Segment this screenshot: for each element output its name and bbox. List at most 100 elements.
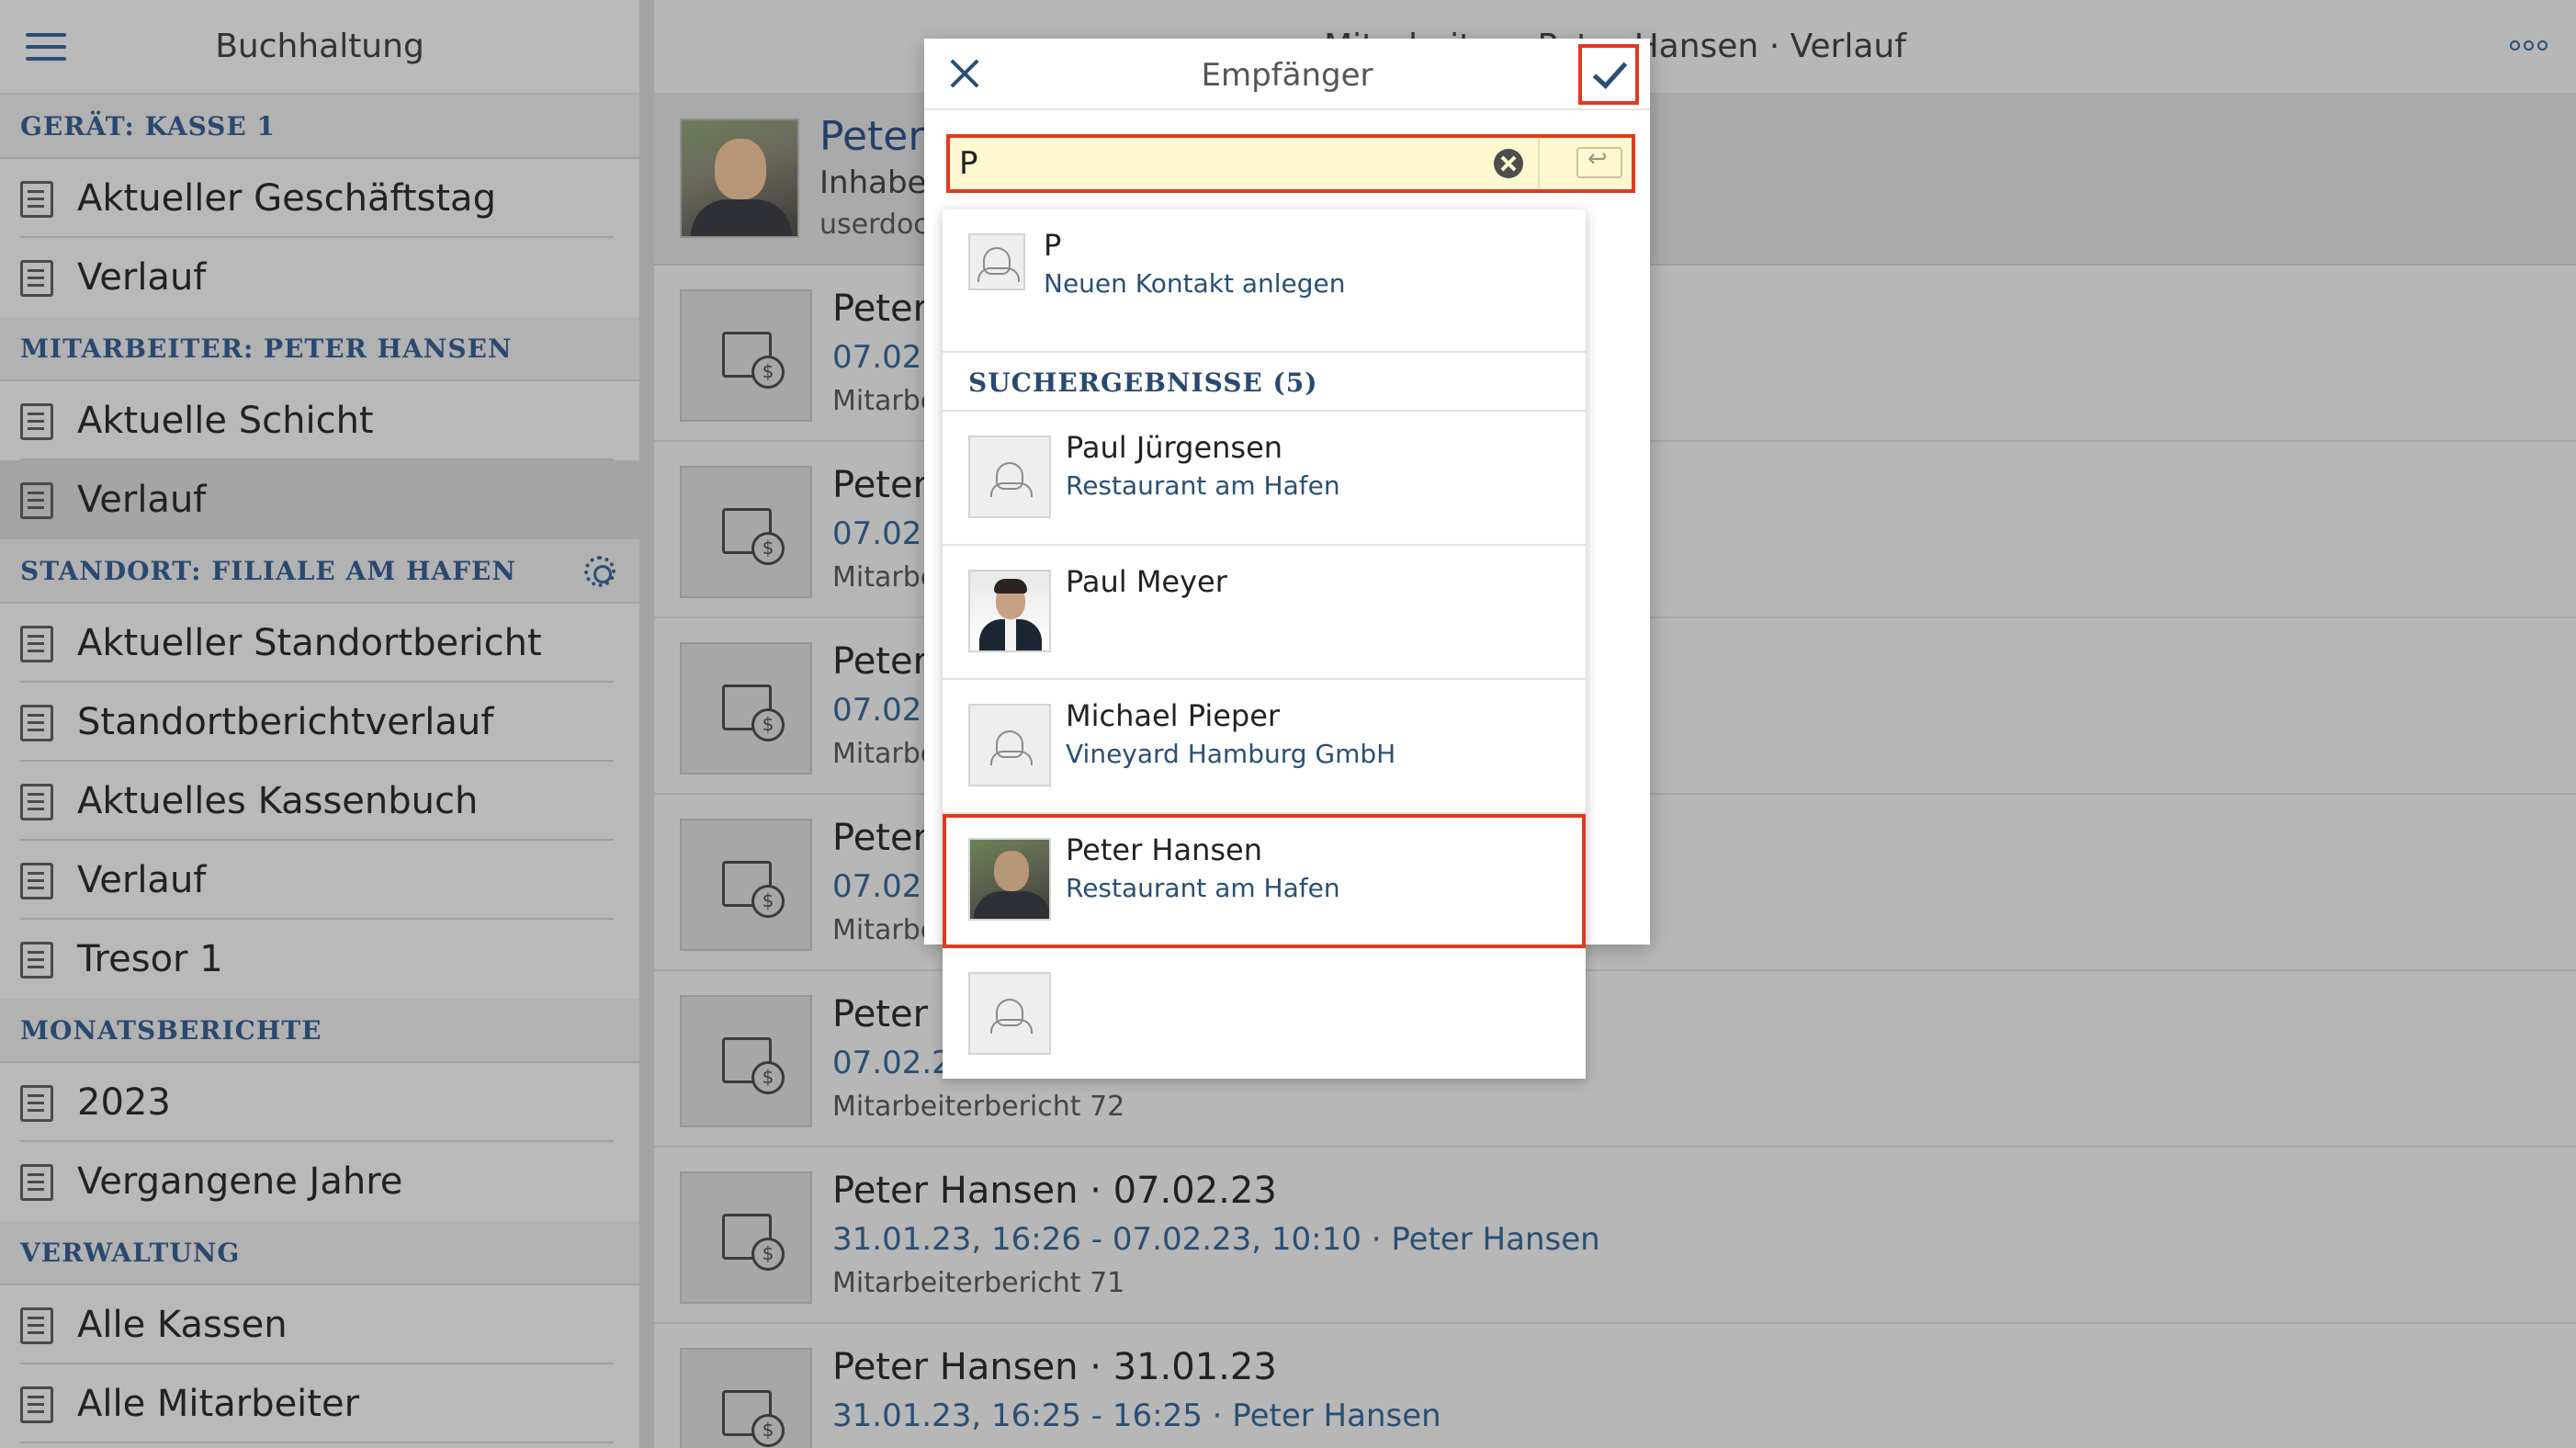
calendar-money-icon — [680, 995, 812, 1127]
clear-icon[interactable] — [1494, 149, 1523, 178]
report-title: Peter — [832, 640, 929, 683]
result-item[interactable]: Paul Jürgensen Restaurant am Hafen — [943, 412, 1586, 546]
return-key-icon[interactable] — [1576, 145, 1622, 178]
report-period: 31.01.23, 16:26 - 07.02.23, 10:10 · Pete… — [832, 1221, 1600, 1258]
people-icon — [20, 1386, 53, 1423]
report-number: Mitarbe — [832, 914, 938, 946]
pane-divider[interactable] — [639, 0, 654, 1448]
avatar — [968, 570, 1051, 652]
cashbook-icon — [20, 784, 53, 820]
report-row[interactable]: Peter Hansen · 07.02.23 31.01.23, 16:26 … — [654, 1148, 2576, 1324]
calendar-money-icon — [680, 819, 812, 951]
sidebar-item-current-cashbook[interactable]: Aktuelles Kassenbuch — [0, 762, 639, 841]
checkmark-icon[interactable] — [1578, 44, 1639, 105]
report-period: 07.02. — [832, 339, 932, 376]
result-item[interactable]: Paul Meyer — [943, 546, 1586, 680]
report-period: 07.02. — [832, 515, 932, 552]
history-icon — [20, 863, 53, 899]
calendar-money-icon — [680, 642, 812, 775]
search-results-dropdown: P Neuen Kontakt anlegen SUCHERGEBNISSE (… — [943, 209, 1586, 1079]
sidebar-item-all-employees[interactable]: Alle Mitarbeiter — [0, 1364, 639, 1443]
result-item[interactable] — [943, 948, 1586, 1082]
report-title: Peter — [832, 288, 929, 330]
new-contact-name: P — [1044, 228, 1062, 263]
sidebar-item-label: Standortberichtverlauf — [77, 701, 494, 743]
sidebar-item-current-business-day[interactable]: Aktueller Geschäftstag — [0, 159, 639, 238]
history-icon — [20, 260, 53, 297]
calendar-money-icon — [680, 1171, 812, 1304]
sidebar-item-label: Tresor 1 — [77, 938, 223, 980]
report-title: Peter Hansen · 07.02.23 — [832, 1170, 1277, 1212]
results-header: SUCHERGEBNISSE (5) — [943, 353, 1586, 412]
dialog-title: Empfänger — [1201, 57, 1373, 94]
sidebar-header: Buchhaltung — [0, 0, 639, 95]
result-company: Restaurant am Hafen — [1066, 873, 1340, 903]
result-name: Peter Hansen — [1066, 832, 1262, 867]
result-company: Vineyard Hamburg GmbH — [1066, 739, 1396, 769]
calendar-money-icon — [680, 466, 812, 598]
contact-placeholder-icon — [968, 704, 1051, 786]
report-row[interactable]: Peter Hansen · 31.01.23 31.01.23, 16:25 … — [654, 1324, 2576, 1448]
history-icon — [20, 482, 53, 519]
register-icon — [20, 1307, 53, 1344]
result-item[interactable]: Michael Pieper Vineyard Hamburg GmbH — [943, 680, 1586, 814]
sidebar-item-label: Vergangene Jahre — [77, 1160, 403, 1203]
report-icon — [20, 181, 53, 218]
sidebar-item-label: Aktueller Geschäftstag — [77, 177, 496, 220]
contact-placeholder-icon — [968, 233, 1025, 290]
history-icon — [20, 1164, 53, 1201]
sidebar-item-label: Verlauf — [77, 859, 207, 901]
divider — [1538, 138, 1540, 189]
sidebar-item-all-registers[interactable]: Alle Kassen — [0, 1285, 639, 1364]
section-header-administration: VERWALTUNG — [0, 1221, 639, 1285]
sidebar-item-label: Aktueller Standortbericht — [77, 622, 542, 664]
report-title: Peter — [832, 464, 929, 506]
report-icon — [20, 626, 53, 662]
sidebar-item-label: 2023 — [77, 1081, 171, 1124]
calendar-grid-icon — [20, 1085, 53, 1122]
sidebar-item-label: Aktuelles Kassenbuch — [77, 780, 479, 822]
result-item-selected[interactable]: Peter Hansen Restaurant am Hafen — [943, 814, 1586, 948]
sidebar-item-device-history[interactable]: Verlauf — [0, 238, 639, 317]
results-header-label: SUCHERGEBNISSE (5) — [968, 368, 1318, 398]
section-header-device: GERÄT: KASSE 1 — [0, 95, 639, 159]
search-field — [946, 134, 1635, 193]
sidebar-item-label: Verlauf — [77, 256, 207, 299]
report-period: 07.02. — [832, 692, 932, 729]
sidebar-item-cashbook-history[interactable]: Verlauf — [0, 841, 639, 920]
sidebar-item-label: Alle Mitarbeiter — [77, 1383, 360, 1425]
report-title: Peter — [832, 817, 929, 859]
sidebar-item-current-shift[interactable]: Aktuelle Schicht — [0, 381, 639, 460]
sidebar-item-past-years[interactable]: Vergangene Jahre — [0, 1142, 639, 1221]
sidebar-item-employee-history[interactable]: Verlauf — [0, 460, 639, 539]
sidebar-item-label: Aktuelle Schicht — [77, 400, 374, 442]
report-number: Mitarbeiterbericht 71 — [832, 1267, 1125, 1299]
safe-icon — [20, 942, 53, 979]
sidebar-item-safe[interactable]: Tresor 1 — [0, 920, 639, 999]
report-number: Mitarbe — [832, 385, 938, 417]
result-company: Restaurant am Hafen — [1066, 470, 1340, 501]
section-header-location: STANDORT: FILIALE AM HAFEN — [0, 539, 639, 604]
sidebar-item-year-2023[interactable]: 2023 — [0, 1063, 639, 1142]
search-input[interactable] — [959, 143, 1492, 184]
more-options-icon[interactable] — [2510, 40, 2548, 51]
sidebar-item-label: Verlauf — [77, 479, 207, 521]
sidebar-title: Buchhaltung — [215, 28, 424, 65]
sidebar: Buchhaltung GERÄT: KASSE 1 Aktueller Ges… — [0, 0, 639, 1448]
calendar-money-icon — [680, 289, 812, 422]
gear-icon[interactable] — [584, 556, 616, 587]
report-number: Mitarbe — [832, 738, 938, 770]
sidebar-item-current-location-report[interactable]: Aktueller Standortbericht — [0, 604, 639, 683]
report-number: Mitarbeiterbericht 72 — [832, 1091, 1125, 1123]
result-name: Michael Pieper — [1066, 698, 1281, 733]
avatar — [680, 119, 799, 238]
report-period: 07.02. — [832, 868, 932, 905]
section-header-monthly-reports: MONATSBERICHTE — [0, 999, 639, 1063]
history-icon — [20, 705, 53, 741]
report-period: 31.01.23, 16:25 - 16:25 · Peter Hansen — [832, 1397, 1441, 1434]
contact-placeholder-icon — [968, 972, 1051, 1055]
new-contact-option[interactable]: P Neuen Kontakt anlegen — [943, 209, 1586, 353]
report-title: Peter Hansen · 31.01.23 — [832, 1346, 1277, 1388]
section-header-label: STANDORT: FILIALE AM HAFEN — [20, 556, 516, 586]
sidebar-item-location-report-history[interactable]: Standortberichtverlauf — [0, 683, 639, 762]
